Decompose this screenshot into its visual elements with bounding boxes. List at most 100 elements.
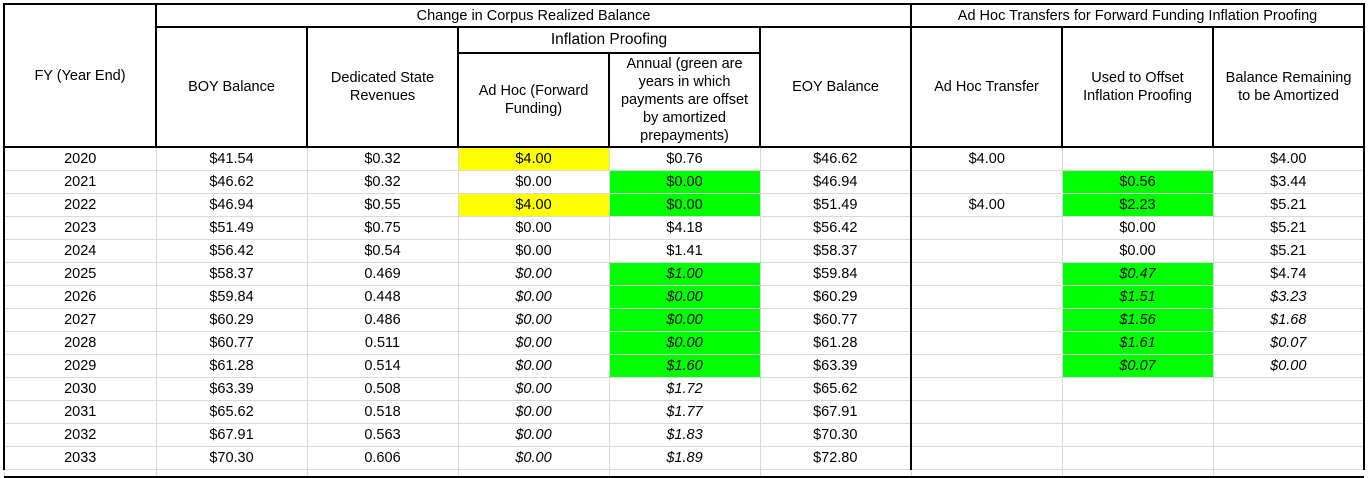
cell-adhoc[interactable]: $4.00: [457, 193, 610, 217]
cell-eoy[interactable]: $46.94: [759, 170, 913, 194]
cell-dedicated[interactable]: 0.563: [306, 423, 459, 447]
cell-boy[interactable]: $46.94: [155, 193, 308, 217]
cell-balance-remaining[interactable]: [1212, 400, 1366, 424]
cell-adhoc-transfer[interactable]: [910, 400, 1063, 424]
cell-fy[interactable]: 2022: [3, 193, 157, 217]
cell-dedicated[interactable]: $0.55: [306, 193, 459, 217]
cell-fy[interactable]: 2033: [3, 446, 157, 470]
cell-adhoc[interactable]: $0.00: [457, 377, 610, 401]
cell-balance-remaining[interactable]: $3.23: [1212, 285, 1366, 309]
cell-boy[interactable]: $60.29: [155, 308, 308, 332]
cell-dedicated[interactable]: $0.75: [306, 216, 459, 240]
cell-dedicated[interactable]: 0.606: [306, 446, 459, 470]
cell-used-offset[interactable]: $0.56: [1061, 170, 1214, 194]
cell-boy[interactable]: $46.62: [155, 170, 308, 194]
cell-adhoc-transfer[interactable]: [910, 423, 1063, 447]
cell-fy[interactable]: 2021: [3, 170, 157, 194]
cell-adhoc-transfer[interactable]: [910, 354, 1063, 378]
cell-dedicated[interactable]: 0.518: [306, 400, 459, 424]
cell-adhoc-transfer[interactable]: [910, 377, 1063, 401]
cell-balance-remaining[interactable]: $3.44: [1212, 170, 1366, 194]
cell-fy[interactable]: 2025: [3, 262, 157, 286]
cell-annual[interactable]: $0.00: [608, 331, 761, 355]
cell-eoy[interactable]: $70.30: [759, 423, 913, 447]
cell-eoy[interactable]: $72.80: [759, 446, 913, 470]
cell-eoy[interactable]: $51.49: [759, 193, 913, 217]
cell-balance-remaining[interactable]: [1212, 377, 1366, 401]
cell-eoy[interactable]: $65.62: [759, 377, 913, 401]
cell-annual[interactable]: $0.00: [608, 170, 761, 194]
cell-eoy[interactable]: $67.91: [759, 400, 913, 424]
cell-used-offset[interactable]: [1061, 377, 1214, 401]
cell-boy[interactable]: $63.39: [155, 377, 308, 401]
cell-adhoc[interactable]: $4.00: [457, 146, 610, 171]
cell-adhoc-transfer[interactable]: [910, 262, 1063, 286]
cell-boy[interactable]: $60.77: [155, 331, 308, 355]
cell-eoy[interactable]: $60.77: [759, 308, 913, 332]
cell-used-offset[interactable]: $1.51: [1061, 285, 1214, 309]
cell-adhoc[interactable]: $0.00: [457, 308, 610, 332]
cell-balance-remaining[interactable]: $4.74: [1212, 262, 1366, 286]
cell-fy[interactable]: 2020: [3, 146, 157, 171]
cell-adhoc-transfer[interactable]: [910, 170, 1063, 194]
cell-eoy[interactable]: $58.37: [759, 239, 913, 263]
cell-fy[interactable]: 2030: [3, 377, 157, 401]
cell-adhoc[interactable]: $0.00: [457, 216, 610, 240]
cell-fy[interactable]: 2023: [3, 216, 157, 240]
cell-fy[interactable]: 2032: [3, 423, 157, 447]
header-eoy[interactable]: EOY Balance: [758, 26, 913, 148]
cell-annual[interactable]: $1.41: [608, 239, 761, 263]
cell-dedicated[interactable]: 0.469: [306, 262, 459, 286]
cell-balance-remaining[interactable]: [1212, 446, 1366, 470]
cell-annual[interactable]: $0.00: [608, 193, 761, 217]
cell-used-offset[interactable]: $0.00: [1061, 216, 1214, 240]
cell-boy[interactable]: $65.62: [155, 400, 308, 424]
cell-used-offset[interactable]: $2.23: [1061, 193, 1214, 217]
cell-boy[interactable]: $59.84: [155, 285, 308, 309]
header-adhoc-transfer[interactable]: Ad Hoc Transfer: [910, 26, 1064, 148]
cell-boy[interactable]: $51.49: [155, 216, 308, 240]
cell-eoy[interactable]: $59.84: [759, 262, 913, 286]
cell-dedicated[interactable]: 0.448: [306, 285, 459, 309]
cell-used-offset[interactable]: [1061, 446, 1214, 470]
header-fy[interactable]: FY (Year End): [3, 3, 157, 148]
cell-annual[interactable]: $0.00: [608, 285, 761, 309]
cell-adhoc[interactable]: $0.00: [457, 239, 610, 263]
cell-balance-remaining[interactable]: $5.21: [1212, 216, 1366, 240]
cell-annual[interactable]: $1.60: [608, 354, 761, 378]
cell-adhoc-transfer[interactable]: [910, 239, 1063, 263]
cell-annual[interactable]: $1.83: [608, 423, 761, 447]
cell-boy[interactable]: $58.37: [155, 262, 308, 286]
cell-annual[interactable]: $0.00: [608, 308, 761, 332]
cell-annual[interactable]: $0.76: [608, 146, 761, 171]
cell-adhoc-transfer[interactable]: [910, 331, 1063, 355]
cell-annual[interactable]: $4.18: [608, 216, 761, 240]
header-inflation-proofing[interactable]: Inflation Proofing: [457, 26, 761, 54]
cell-balance-remaining[interactable]: $0.07: [1212, 331, 1366, 355]
cell-adhoc[interactable]: $0.00: [457, 423, 610, 447]
cell-used-offset[interactable]: $1.61: [1061, 331, 1214, 355]
cell-adhoc-transfer[interactable]: [910, 216, 1063, 240]
cell-balance-remaining[interactable]: $5.21: [1212, 193, 1366, 217]
cell-annual[interactable]: $1.72: [608, 377, 761, 401]
cell-adhoc-transfer[interactable]: [910, 446, 1063, 470]
cell-adhoc[interactable]: $0.00: [457, 170, 610, 194]
header-dedicated[interactable]: Dedicated State Revenues: [306, 26, 459, 148]
cell-eoy[interactable]: $63.39: [759, 354, 913, 378]
cell-dedicated[interactable]: 0.486: [306, 308, 459, 332]
cell-adhoc[interactable]: $0.00: [457, 446, 610, 470]
cell-balance-remaining[interactable]: $4.00: [1212, 146, 1366, 171]
cell-fy[interactable]: 2024: [3, 239, 157, 263]
cell-adhoc-transfer[interactable]: $4.00: [910, 146, 1063, 171]
cell-eoy[interactable]: $60.29: [759, 285, 913, 309]
cell-adhoc[interactable]: $0.00: [457, 285, 610, 309]
cell-boy[interactable]: $61.28: [155, 354, 308, 378]
cell-used-offset[interactable]: $0.00: [1061, 239, 1214, 263]
header-group-corpus[interactable]: Change in Corpus Realized Balance: [154, 3, 913, 28]
cell-annual[interactable]: $1.00: [608, 262, 761, 286]
cell-eoy[interactable]: $56.42: [759, 216, 913, 240]
cell-dedicated[interactable]: 0.514: [306, 354, 459, 378]
cell-dedicated[interactable]: $0.32: [306, 170, 459, 194]
cell-adhoc-transfer[interactable]: $4.00: [910, 193, 1063, 217]
cell-fy[interactable]: 2028: [3, 331, 157, 355]
